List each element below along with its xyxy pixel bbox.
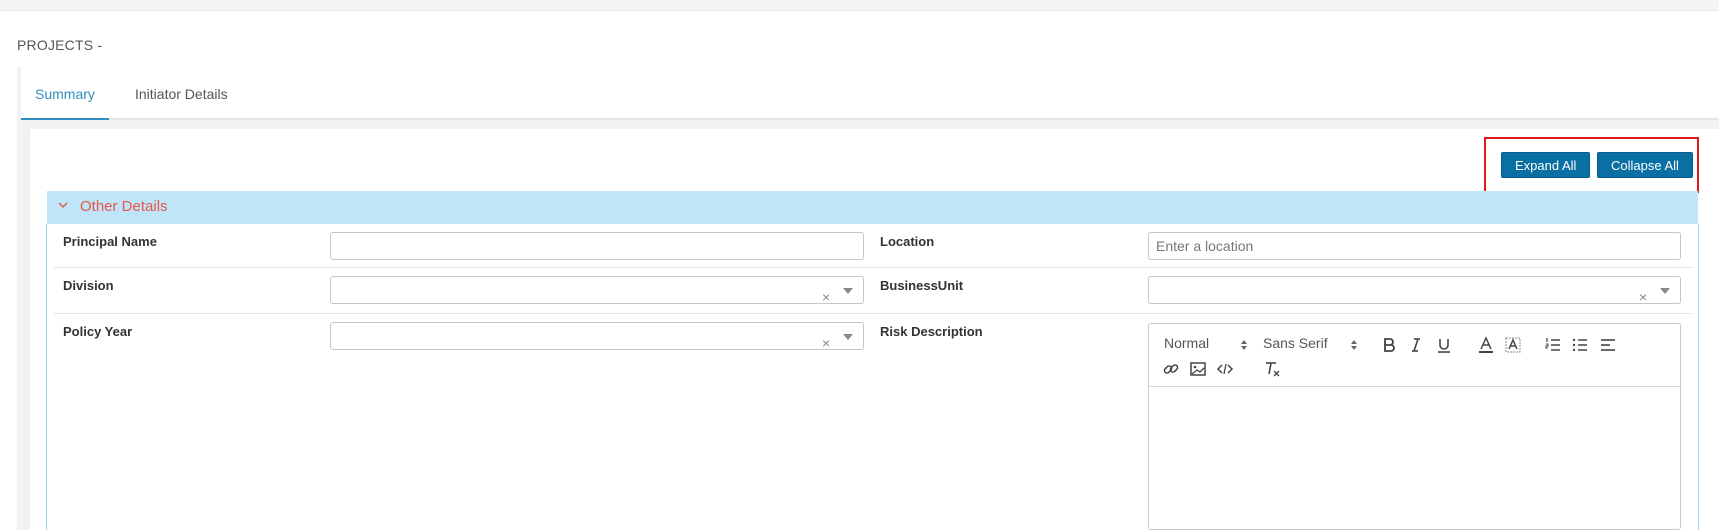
tab-summary[interactable]: Summary	[21, 67, 109, 120]
font-select[interactable]: Sans Serif	[1263, 335, 1328, 351]
ordered-list-icon[interactable]	[1544, 336, 1562, 354]
risk-description-editor: Normal Sans Serif	[1148, 323, 1681, 530]
location-placeholder: Enter a location	[1156, 238, 1254, 254]
principal-name-label: Principal Name	[63, 234, 157, 249]
format-select[interactable]: Normal	[1164, 335, 1209, 351]
division-select[interactable]: ×	[330, 276, 864, 305]
align-icon[interactable]	[1599, 336, 1617, 354]
editor-toolbar: Normal Sans Serif	[1149, 324, 1680, 387]
dropdown-caret-icon[interactable]	[1660, 288, 1670, 294]
clear-format-icon[interactable]	[1263, 360, 1281, 378]
tab-bar: Summary Initiator Details	[21, 67, 1719, 120]
principal-name-input[interactable]	[330, 232, 864, 260]
page-title: PROJECTS -	[17, 37, 103, 53]
bold-icon[interactable]	[1380, 336, 1398, 354]
collapse-all-button[interactable]: Collapse All	[1597, 152, 1693, 178]
underline-icon[interactable]	[1435, 336, 1453, 354]
policy-year-label: Policy Year	[63, 324, 133, 339]
clear-icon[interactable]: ×	[822, 330, 830, 356]
top-strip	[0, 0, 1719, 11]
risk-description-label: Risk Description	[880, 324, 983, 339]
business-unit-select[interactable]: ×	[1148, 276, 1681, 305]
clear-icon[interactable]: ×	[822, 284, 830, 310]
chevron-down-icon	[58, 202, 68, 209]
editor-content[interactable]	[1149, 388, 1680, 529]
background-color-icon[interactable]	[1504, 336, 1522, 354]
location-label: Location	[880, 234, 935, 249]
code-icon[interactable]	[1216, 360, 1234, 378]
division-label: Division	[63, 278, 114, 293]
policy-year-select[interactable]: ×	[330, 322, 864, 351]
clear-icon[interactable]: ×	[1639, 284, 1647, 310]
link-icon[interactable]	[1162, 360, 1180, 378]
font-color-icon[interactable]	[1477, 336, 1495, 354]
italic-icon[interactable]	[1407, 336, 1425, 354]
row-divider	[54, 267, 1692, 268]
dropdown-caret-icon[interactable]	[843, 334, 853, 340]
expand-all-button[interactable]: Expand All	[1501, 152, 1591, 178]
format-select-arrows-icon	[1241, 340, 1247, 350]
dropdown-caret-icon[interactable]	[843, 288, 853, 294]
tab-initiator-details[interactable]: Initiator Details	[135, 67, 228, 120]
business-unit-label: BusinessUnit	[880, 278, 964, 293]
section-title: Other Details	[80, 198, 168, 215]
section-header-other-details[interactable]: Other Details	[47, 191, 1698, 224]
bullet-list-icon[interactable]	[1571, 336, 1589, 354]
location-input[interactable]: Enter a location	[1148, 232, 1681, 260]
row-divider	[54, 313, 1692, 314]
font-select-arrows-icon	[1351, 340, 1357, 350]
image-icon[interactable]	[1189, 360, 1207, 378]
